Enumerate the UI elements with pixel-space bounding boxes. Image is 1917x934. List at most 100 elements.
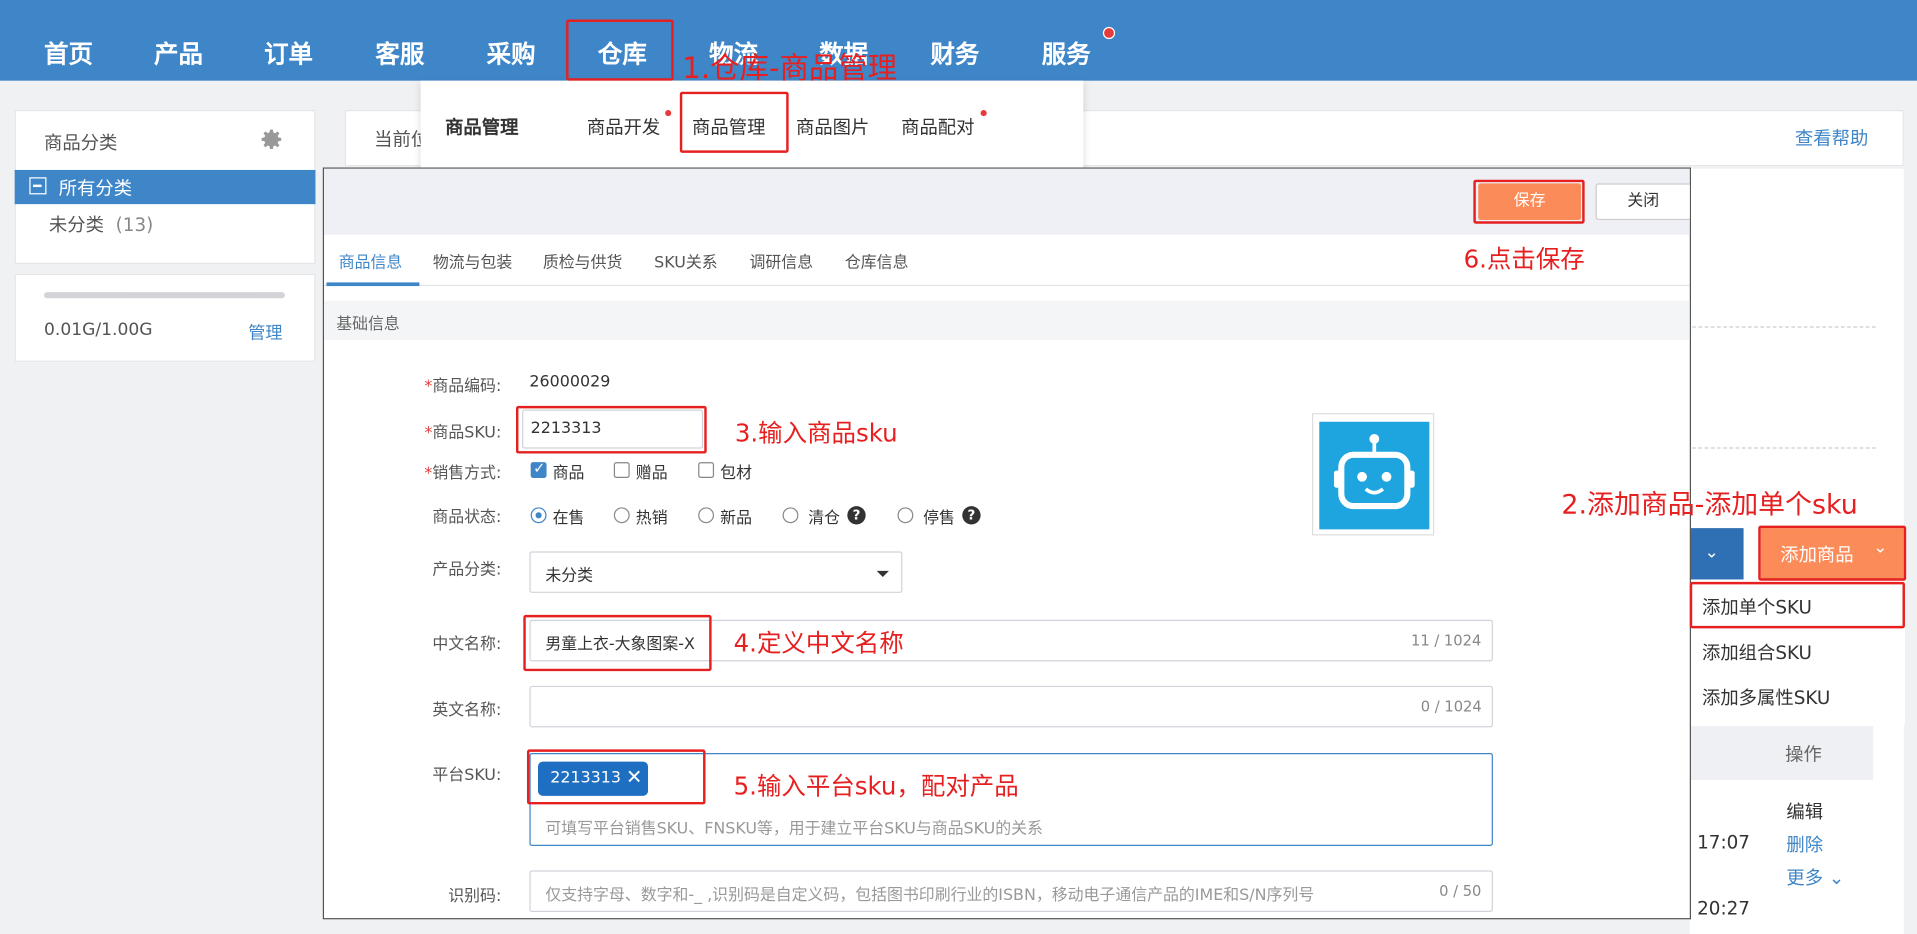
char-counter: 0 / 1024 bbox=[1420, 698, 1482, 716]
nav-order[interactable]: 订单 bbox=[264, 34, 313, 69]
all-category-label: 所有分类 bbox=[58, 177, 133, 200]
status-option: 热销 bbox=[635, 509, 668, 529]
category-label: 产品分类: bbox=[432, 561, 502, 580]
highlight-box bbox=[566, 19, 674, 81]
status-label: 商品状态: bbox=[432, 508, 502, 527]
robot-icon bbox=[1319, 421, 1430, 530]
status-hot-radio[interactable] bbox=[613, 507, 630, 524]
sale-mode-label: *销售方式: bbox=[424, 464, 502, 483]
status-option: 新品 bbox=[720, 509, 752, 529]
char-counter: 11 / 1024 bbox=[1410, 632, 1482, 650]
tab-logistics[interactable]: 物流与包装 bbox=[433, 249, 512, 272]
status-option: 清仓 bbox=[808, 509, 841, 529]
status-stopped-radio[interactable] bbox=[897, 507, 914, 524]
annotation-note: 4.定义中文名称 bbox=[733, 628, 904, 658]
annotation-note: 2.添加商品-添加单个sku bbox=[1561, 490, 1858, 521]
status-option: 在售 bbox=[552, 509, 585, 529]
tab-sku-relation[interactable]: SKU关系 bbox=[654, 249, 718, 272]
id-code-label: 识别码: bbox=[448, 887, 502, 906]
en-name-input[interactable]: 0 / 1024 bbox=[529, 685, 1493, 728]
notification-dot bbox=[980, 110, 987, 117]
dropdown-button[interactable]: ⌄ bbox=[1689, 528, 1744, 580]
category-title: 商品分类 bbox=[44, 132, 118, 155]
tab-quality[interactable]: 质检与供货 bbox=[543, 249, 622, 272]
row-time: 17:07 bbox=[1697, 831, 1750, 854]
tab-warehouse[interactable]: 仓库信息 bbox=[845, 249, 909, 272]
all-category-item[interactable]: 所有分类 bbox=[14, 169, 316, 205]
category-select[interactable]: 未分类 bbox=[529, 551, 903, 593]
help-link[interactable]: 查看帮助 bbox=[1795, 125, 1868, 151]
highlight-box bbox=[1689, 581, 1905, 629]
platform-sku-label: 平台SKU: bbox=[432, 766, 502, 785]
storage-panel bbox=[14, 273, 316, 362]
storage-usage: 0.01G/1.00G bbox=[44, 320, 153, 340]
highlight-box bbox=[515, 405, 707, 454]
status-option: 停售 bbox=[923, 509, 955, 529]
submenu-product-images[interactable]: 商品图片 bbox=[796, 114, 869, 140]
add-multi-attr-sku[interactable]: 添加多属性SKU bbox=[1702, 685, 1830, 711]
sale-option: 商品 bbox=[552, 464, 585, 483]
submenu-heading: 商品管理 bbox=[445, 116, 519, 139]
submenu-product-dev[interactable]: 商品开发 bbox=[587, 114, 660, 140]
chevron-down-icon: ⌄ bbox=[1704, 542, 1719, 563]
tab-product-info[interactable]: 商品信息 bbox=[339, 249, 403, 272]
tab-research[interactable]: 调研信息 bbox=[750, 249, 814, 272]
op-header: 操作 bbox=[1785, 743, 1822, 766]
divider bbox=[1692, 326, 1876, 328]
edit-link[interactable]: 编辑 bbox=[1786, 798, 1823, 824]
table-header: 操作 bbox=[1689, 726, 1874, 780]
sale-packaging-checkbox[interactable] bbox=[698, 462, 715, 478]
product-image[interactable] bbox=[1311, 413, 1435, 536]
sale-gift-checkbox[interactable] bbox=[613, 462, 630, 478]
collapse-icon[interactable] bbox=[29, 177, 47, 195]
nav-home[interactable]: 首页 bbox=[44, 34, 93, 69]
notification-dot bbox=[1102, 26, 1116, 40]
highlight-box bbox=[1473, 179, 1585, 224]
char-counter: 0 / 50 bbox=[1439, 882, 1482, 900]
more-link[interactable]: 更多 ⌄ bbox=[1786, 864, 1844, 890]
top-nav: 首页 产品 订单 客服 采购 仓库 物流 数据 财务 服务 bbox=[0, 0, 1917, 81]
active-tab-indicator bbox=[326, 282, 420, 287]
code-value: 26000029 bbox=[529, 372, 611, 392]
uncategorized-item[interactable]: 未分类 (13) bbox=[49, 211, 153, 237]
nav-product[interactable]: 产品 bbox=[154, 34, 203, 69]
storage-progress bbox=[44, 292, 285, 299]
nav-service[interactable]: 客服 bbox=[375, 34, 424, 69]
help-icon[interactable]: ? bbox=[847, 506, 866, 525]
delete-link[interactable]: 删除 bbox=[1786, 831, 1823, 857]
nav-purchase[interactable]: 采购 bbox=[487, 34, 536, 69]
highlight-box bbox=[679, 91, 789, 153]
cn-name-label: 中文名称: bbox=[432, 635, 502, 655]
annotation-note: 1.仓库-商品管理 bbox=[682, 51, 897, 86]
status-new-radio[interactable] bbox=[698, 507, 715, 524]
sale-option: 包材 bbox=[720, 464, 752, 483]
help-icon[interactable]: ? bbox=[962, 506, 981, 525]
en-name-label: 英文名称: bbox=[432, 701, 502, 721]
status-clearance-radio[interactable] bbox=[782, 507, 799, 524]
submenu-product-pairing[interactable]: 商品配对 bbox=[901, 114, 974, 140]
notification-dot bbox=[665, 110, 672, 117]
highlight-box bbox=[1758, 525, 1907, 581]
gear-icon[interactable] bbox=[259, 127, 283, 151]
status-onsale-radio[interactable] bbox=[530, 507, 547, 524]
highlight-box bbox=[523, 614, 712, 672]
annotation-note: 5.输入平台sku，配对产品 bbox=[733, 771, 1019, 801]
platform-sku-placeholder: 可填写平台销售SKU、FNSKU等，用于建立平台SKU与商品SKU的关系 bbox=[545, 820, 1043, 839]
caret-down-icon bbox=[876, 570, 889, 578]
sale-option: 赠品 bbox=[635, 464, 668, 483]
divider bbox=[1692, 447, 1876, 449]
id-code-placeholder: 仅支持字母、数字和-_ ,识别码是自定义码，包括图书印刷行业的ISBN，移动电子… bbox=[545, 886, 1315, 905]
sale-product-checkbox[interactable] bbox=[530, 460, 547, 478]
close-button[interactable]: 关闭 bbox=[1595, 183, 1690, 221]
product-edit-modal: 保存 关闭 商品信息 物流与包装 质检与供货 SKU关系 调研信息 仓库信息 基… bbox=[322, 167, 1691, 920]
manage-link[interactable]: 管理 bbox=[248, 320, 282, 344]
highlight-box bbox=[526, 749, 706, 805]
nav-finance[interactable]: 财务 bbox=[930, 34, 979, 69]
annotation-note: 3.输入商品sku bbox=[734, 418, 898, 448]
nav-services[interactable]: 服务 bbox=[1042, 34, 1091, 69]
add-combo-sku[interactable]: 添加组合SKU bbox=[1702, 639, 1812, 665]
section-header: 基础信息 bbox=[324, 300, 1690, 340]
sku-label: *商品SKU: bbox=[424, 424, 502, 443]
id-code-input[interactable]: 仅支持字母、数字和-_ ,识别码是自定义码，包括图书印刷行业的ISBN，移动电子… bbox=[529, 870, 1493, 912]
code-label: *商品编码: bbox=[424, 377, 502, 397]
